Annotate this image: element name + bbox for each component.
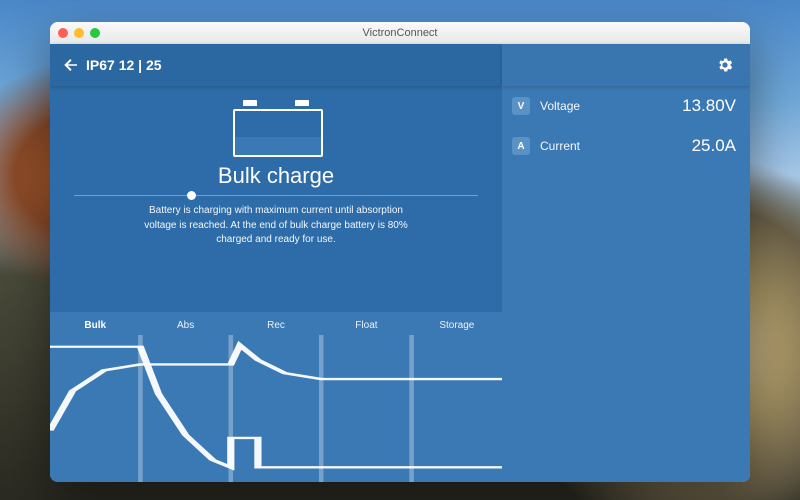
phase-label[interactable]: Rec [231,320,321,331]
reading-value: 13.80V [682,96,736,116]
app-header: IP67 12 | 25 [50,44,502,86]
phase-label[interactable]: Abs [140,320,230,331]
chart-series-voltage [50,345,502,430]
gear-icon [716,56,734,74]
stage-title: Bulk charge [50,163,502,189]
stage-description: Battery is charging with maximum current… [141,204,411,248]
app-header-right [502,44,750,86]
window-title: VictronConnect [50,27,750,39]
reading-value: 25.0A [692,136,736,156]
arrow-left-icon [62,56,80,74]
app-window: VictronConnect IP67 12 | 25 Bulk charge … [50,22,750,482]
status-pane: IP67 12 | 25 Bulk charge Battery is char… [50,44,502,482]
phase-label[interactable]: Bulk [50,320,140,331]
chart-series-current [50,347,502,468]
zoom-icon[interactable] [90,28,100,38]
stage-divider [74,195,478,196]
close-icon[interactable] [58,28,68,38]
stage-progress-knob [187,191,196,200]
minimize-icon[interactable] [74,28,84,38]
window-controls [50,28,100,38]
titlebar[interactable]: VictronConnect [50,22,750,45]
reading-voltage: V Voltage 13.80V [502,86,750,126]
phase-label[interactable]: Float [321,320,411,331]
reading-current: A Current 25.0A [502,126,750,166]
back-button[interactable] [56,50,86,80]
device-title: IP67 12 | 25 [86,57,162,73]
battery-icon [233,100,319,157]
phase-label[interactable]: Storage [412,320,502,331]
current-icon: A [512,137,530,155]
chart-plot [50,335,502,482]
readings-pane: V Voltage 13.80V A Current 25.0A [502,44,750,482]
charge-profile-chart: BulkAbsRecFloatStorage [50,312,502,482]
settings-button[interactable] [710,50,740,80]
phase-labels: BulkAbsRecFloatStorage [50,312,502,335]
reading-label: Voltage [540,99,580,113]
reading-label: Current [540,139,580,153]
voltage-icon: V [512,97,530,115]
